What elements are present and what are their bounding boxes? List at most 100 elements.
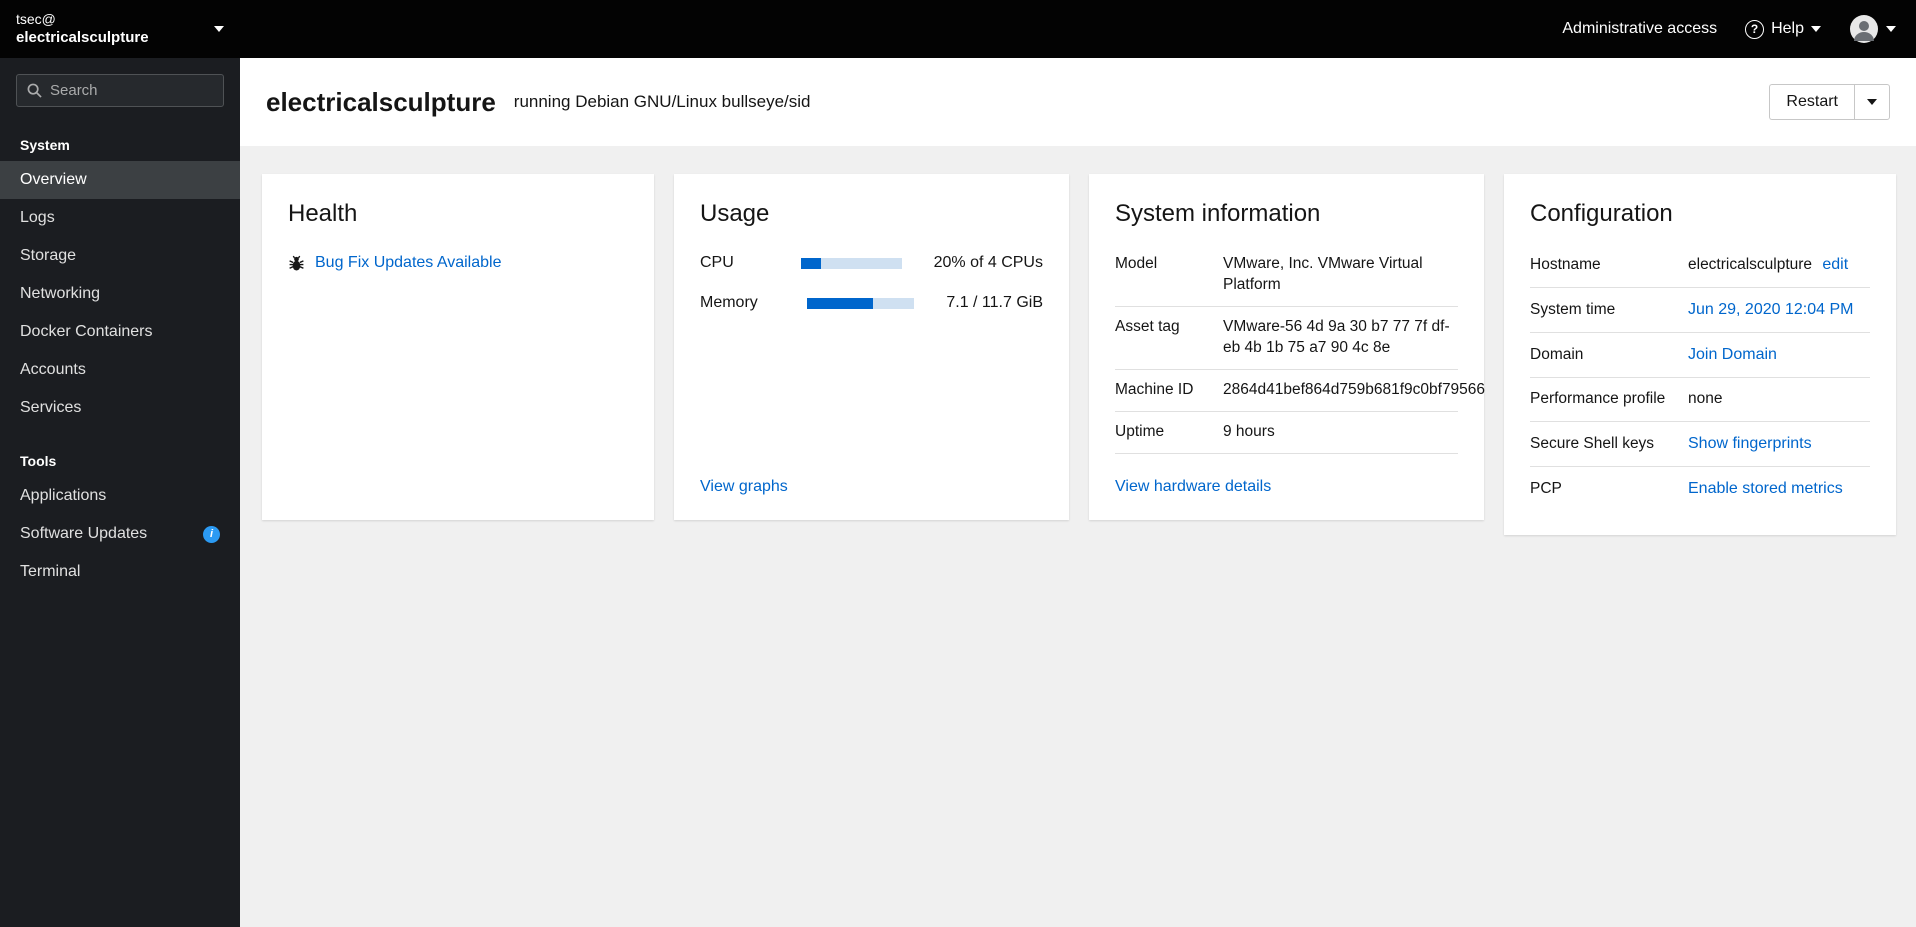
table-row: Secure Shell keys Show fingerprints (1530, 422, 1870, 467)
view-hardware-details-link[interactable]: View hardware details (1115, 478, 1458, 496)
table-row: Uptime 9 hours (1115, 412, 1458, 454)
chevron-down-icon (214, 26, 224, 32)
sidebar-item-logs[interactable]: Logs (0, 199, 240, 237)
hostname-value-cell: electricalsculpture edit (1688, 254, 1870, 276)
session-menu[interactable] (1849, 14, 1896, 44)
memory-value: 7.1 / 11.7 GiB (946, 294, 1043, 311)
table-row: Performance profile none (1530, 378, 1870, 422)
cpu-progress-fill (800, 257, 821, 269)
search-box[interactable] (16, 74, 224, 107)
restart-dropdown-toggle[interactable] (1854, 84, 1890, 120)
memory-label: Memory (700, 294, 758, 311)
show-fingerprints-link[interactable]: Show fingerprints (1688, 435, 1812, 452)
administrative-access-label: Administrative access (1562, 20, 1718, 37)
info-icon: i (203, 525, 220, 543)
system-time-cell: Jun 29, 2020 12:04 PM (1688, 299, 1870, 321)
asset-tag-label: Asset tag (1115, 317, 1180, 335)
pcp-label: PCP (1530, 479, 1562, 497)
nav-section-title: Tools (20, 453, 57, 469)
page-header: electricalsculpture running Debian GNU/L… (240, 58, 1916, 146)
app-root: tsec@ electricalsculpture System Overvie… (0, 0, 1916, 927)
hostname-edit-link[interactable]: edit (1822, 256, 1848, 273)
table-row: Asset tag VMware-56 4d 9a 30 b7 77 7f df… (1115, 307, 1458, 370)
restart-button[interactable]: Restart (1769, 84, 1854, 120)
sidebar-item-software-updates[interactable]: Software Updates i (0, 515, 240, 553)
pcp-cell: Enable stored metrics (1688, 478, 1870, 500)
asset-tag-value: VMware-56 4d 9a 30 b7 77 7f df-eb 4b 1b … (1223, 317, 1450, 356)
administrative-access-button[interactable]: Administrative access (1562, 20, 1717, 38)
sidebar-item-applications[interactable]: Applications (0, 477, 240, 515)
system-info-table: Model VMware, Inc. VMware Virtual Platfo… (1115, 254, 1485, 454)
card-title-usage: Usage (700, 200, 770, 227)
table-row: Model VMware, Inc. VMware Virtual Platfo… (1115, 254, 1458, 307)
memory-progress-fill (807, 297, 873, 309)
configuration-card: Configuration Hostname electricalsculptu… (1504, 174, 1896, 535)
memory-usage-row: Memory 7.1 / 11.7 GiB (700, 294, 1043, 312)
cards-row: Health Bug Fix Updates Available Usage C… (262, 174, 1896, 535)
performance-profile-value: none (1688, 389, 1723, 407)
nav-section-system: System Overview Logs Storage Networking … (0, 131, 240, 427)
secure-shell-keys-label: Secure Shell keys (1530, 434, 1655, 452)
table-row: PCP Enable stored metrics (1530, 467, 1870, 511)
bug-fix-updates-link[interactable]: Bug Fix Updates Available (315, 254, 501, 272)
content-area: Health Bug Fix Updates Available Usage C… (240, 146, 1916, 927)
restart-split-button: Restart (1769, 84, 1890, 120)
uptime-label: Uptime (1115, 422, 1165, 440)
nav-section-title: System (20, 137, 70, 153)
table-row: System time Jun 29, 2020 12:04 PM (1530, 288, 1870, 333)
card-title-system-information: System information (1115, 200, 1321, 227)
table-row: Machine ID 2864d41bef864d759b681f9c0bf79… (1115, 370, 1485, 412)
user-menu-labels: tsec@ electricalsculpture (16, 10, 214, 48)
sidebar-item-label: Software Updates (20, 525, 148, 542)
memory-progress-bar (807, 297, 915, 309)
domain-label: Domain (1530, 345, 1584, 363)
nav-section-tools: Tools Applications Software Updates i Te… (0, 447, 240, 591)
uptime-value: 9 hours (1223, 422, 1275, 440)
avatar (1849, 14, 1879, 44)
view-graphs-link[interactable]: View graphs (700, 478, 1043, 496)
search-icon (27, 83, 42, 98)
model-label: Model (1115, 255, 1158, 272)
search-wrap (0, 58, 240, 111)
search-input[interactable] (50, 82, 213, 99)
health-card: Health Bug Fix Updates Available (262, 174, 654, 520)
hostname-label: Hostname (1530, 256, 1601, 273)
main-column: Administrative access ? Help electricals… (240, 0, 1916, 927)
sidebar-item-accounts[interactable]: Accounts (0, 351, 240, 389)
bug-icon (288, 255, 305, 272)
chevron-down-icon (1811, 26, 1821, 32)
os-subtitle: running Debian GNU/Linux bullseye/sid (513, 92, 811, 111)
sidebar-item-services[interactable]: Services (0, 389, 240, 427)
join-domain-link[interactable]: Join Domain (1688, 346, 1777, 363)
ssh-cell: Show fingerprints (1688, 433, 1870, 455)
sidebar-item-storage[interactable]: Storage (0, 237, 240, 275)
sidebar-item-networking[interactable]: Networking (0, 275, 240, 313)
machine-id-value: 2864d41bef864d759b681f9c0bf79566 (1223, 380, 1486, 398)
chevron-down-icon (1867, 99, 1877, 105)
page-title: electricalsculpture (266, 86, 496, 117)
card-title-health: Health (288, 200, 358, 227)
sidebar-item-overview[interactable]: Overview (0, 161, 240, 199)
host-name: electricalsculpture (16, 29, 149, 47)
domain-cell: Join Domain (1688, 344, 1870, 366)
user-menu[interactable]: tsec@ electricalsculpture (0, 0, 240, 58)
sidebar-item-terminal[interactable]: Terminal (0, 553, 240, 591)
cpu-value: 20% of 4 CPUs (933, 254, 1043, 271)
help-menu[interactable]: ? Help (1745, 19, 1821, 39)
system-time-link[interactable]: Jun 29, 2020 12:04 PM (1688, 301, 1853, 318)
hostname-value: electricalsculpture (1688, 256, 1813, 273)
machine-id-label: Machine ID (1115, 380, 1194, 398)
table-row: Domain Join Domain (1530, 333, 1870, 378)
system-information-card: System information Model VMware, Inc. VM… (1089, 174, 1485, 520)
table-row: Hostname electricalsculpture edit (1530, 254, 1870, 288)
enable-stored-metrics-link[interactable]: Enable stored metrics (1688, 480, 1843, 497)
configuration-table: Hostname electricalsculpture edit System… (1530, 254, 1870, 511)
performance-profile-label: Performance profile (1530, 389, 1666, 407)
cpu-usage-row: CPU 20% of 4 CPUs (700, 254, 1043, 272)
card-title-configuration: Configuration (1530, 200, 1673, 227)
sidebar-item-docker-containers[interactable]: Docker Containers (0, 313, 240, 351)
model-value: VMware, Inc. VMware Virtual Platform (1223, 255, 1423, 293)
system-time-label: System time (1530, 300, 1616, 318)
chevron-down-icon (1886, 26, 1896, 32)
user-name: tsec@ (16, 11, 56, 28)
